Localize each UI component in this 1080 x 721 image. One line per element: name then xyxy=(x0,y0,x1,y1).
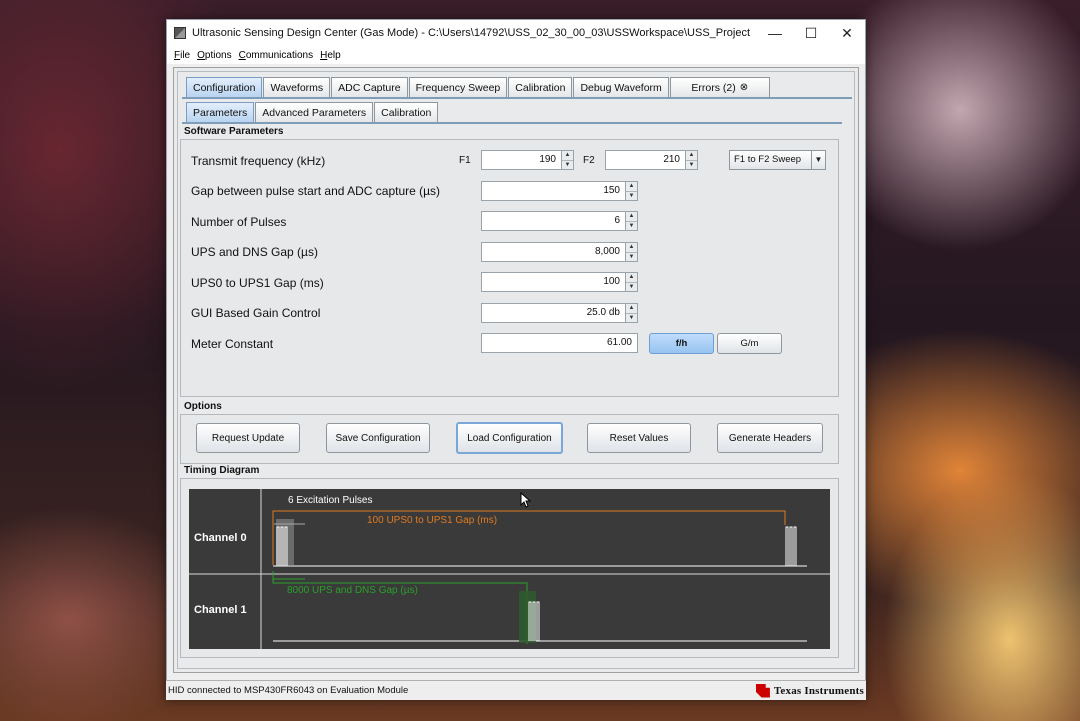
spinner-up-icon[interactable]: ▲ xyxy=(626,212,637,222)
subtab-advanced-parameters[interactable]: Advanced Parameters xyxy=(255,102,374,122)
tab-debug-waveform[interactable]: Debug Waveform xyxy=(573,77,669,97)
tab-calibration[interactable]: Calibration xyxy=(508,77,573,97)
spinner-up-icon[interactable]: ▲ xyxy=(626,243,637,253)
ti-logo-icon xyxy=(755,683,770,698)
ups-gap-bracket xyxy=(272,510,786,565)
tab-configuration[interactable]: Configuration xyxy=(186,77,263,97)
ups0-ups1-gap-label: UPS0 to UPS1 Gap (ms) xyxy=(191,276,324,290)
menu-options[interactable]: Options xyxy=(197,50,231,61)
spinner-up-icon[interactable]: ▲ xyxy=(686,151,697,161)
timing-diagram-svg: Channel 0 Channel 1 6 Excitation Pulses … xyxy=(189,489,830,649)
sub-tab-underline xyxy=(182,122,842,124)
sub-tab-bar: Parameters Advanced Parameters Calibrati… xyxy=(186,102,439,122)
num-pulses-label: Number of Pulses xyxy=(191,215,287,229)
f2-value[interactable]: 210 xyxy=(606,151,685,169)
f2-spinner[interactable]: 210 ▲ ▼ xyxy=(605,150,698,170)
minimize-icon[interactable]: — xyxy=(757,20,793,46)
gain-control-spinner[interactable]: 25.0 db ▲ ▼ xyxy=(481,303,638,323)
tab-frequency-sweep[interactable]: Frequency Sweep xyxy=(408,77,508,97)
gap-pulse-adc-label: Gap between pulse start and ADC capture … xyxy=(191,184,441,198)
tab-close-icon[interactable]: ⊗ xyxy=(740,82,748,93)
channel-1-label: Channel 1 xyxy=(194,604,247,616)
f1-label: F1 xyxy=(459,155,471,166)
num-pulses-spinner[interactable]: 6 ▲ ▼ xyxy=(481,211,638,231)
options-heading: Options xyxy=(184,401,222,412)
f1-spinner[interactable]: 190 ▲ ▼ xyxy=(481,150,574,170)
close-icon[interactable]: ✕ xyxy=(829,20,865,46)
gap-pulse-adc-value[interactable]: 150 xyxy=(482,182,625,200)
menu-file[interactable]: File xyxy=(174,50,190,61)
gain-control-value[interactable]: 25.0 db xyxy=(482,304,625,322)
spinner-up-icon[interactable]: ▲ xyxy=(626,273,637,283)
main-tab-underline xyxy=(182,97,852,99)
title-bar[interactable]: Ultrasonic Sensing Design Center (Gas Mo… xyxy=(167,20,865,46)
sweep-mode-value: F1 to F2 Sweep xyxy=(734,154,802,165)
meter-constant-field[interactable]: 61.00 xyxy=(481,333,638,353)
unit-fh-toggle[interactable]: f/h xyxy=(649,333,714,354)
sweep-mode-select[interactable]: F1 to F2 Sweep ▼ xyxy=(729,150,826,170)
ti-logo-text: Texas Instruments xyxy=(773,684,864,697)
chevron-down-icon[interactable]: ▼ xyxy=(811,151,825,169)
gain-control-label: GUI Based Gain Control xyxy=(191,306,321,320)
status-bar: HID connected to MSP430FR6043 on Evaluat… xyxy=(166,680,866,700)
save-configuration-button[interactable]: Save Configuration xyxy=(326,423,430,453)
spinner-down-icon[interactable]: ▼ xyxy=(562,161,573,170)
menu-help[interactable]: Help xyxy=(320,50,341,61)
ups-dns-gap-value[interactable]: 8,000 xyxy=(482,243,625,261)
menu-bar: File Options Communications Help xyxy=(167,46,865,64)
spinner-down-icon[interactable]: ▼ xyxy=(626,283,637,292)
gap-pulse-adc-spinner[interactable]: 150 ▲ ▼ xyxy=(481,181,638,201)
spinner-down-icon[interactable]: ▼ xyxy=(626,222,637,231)
load-configuration-button[interactable]: Load Configuration xyxy=(456,422,563,454)
meter-constant-label: Meter Constant xyxy=(191,337,274,351)
menu-communications[interactable]: Communications xyxy=(239,50,314,61)
spinner-down-icon[interactable]: ▼ xyxy=(626,314,637,323)
tab-errors[interactable]: Errors (2) ⊗ xyxy=(669,77,770,97)
spinner-down-icon[interactable]: ▼ xyxy=(626,192,637,201)
timing-diagram: Channel 0 Channel 1 6 Excitation Pulses … xyxy=(189,489,830,649)
spinner-down-icon[interactable]: ▼ xyxy=(626,253,637,262)
main-tab-bar: Configuration Waveforms ADC Capture Freq… xyxy=(186,77,771,97)
request-update-button[interactable]: Request Update xyxy=(196,423,300,453)
num-pulses-value[interactable]: 6 xyxy=(482,212,625,230)
subtab-calibration[interactable]: Calibration xyxy=(374,102,439,122)
ups0-ups1-gap-value[interactable]: 100 xyxy=(482,273,625,291)
unit-gm-toggle[interactable]: G/m xyxy=(717,333,782,354)
ups-gap-label: 100 UPS0 to UPS1 Gap (ms) xyxy=(367,515,497,526)
channel-0-label: Channel 0 xyxy=(194,532,247,544)
window-title: Ultrasonic Sensing Design Center (Gas Mo… xyxy=(192,27,751,39)
f1-value[interactable]: 190 xyxy=(482,151,561,169)
f2-label: F2 xyxy=(583,155,595,166)
channel-0-pulses-end xyxy=(785,526,797,566)
tab-waveforms[interactable]: Waveforms xyxy=(263,77,331,97)
dns-gap-bracket xyxy=(272,571,528,644)
status-text: HID connected to MSP430FR6043 on Evaluat… xyxy=(168,685,409,696)
subtab-parameters[interactable]: Parameters xyxy=(186,102,255,122)
spinner-up-icon[interactable]: ▲ xyxy=(626,182,637,192)
software-parameters-group xyxy=(180,139,839,397)
spinner-up-icon[interactable]: ▲ xyxy=(626,304,637,314)
dns-gap-label: 8000 UPS and DNS Gap (µs) xyxy=(287,585,418,596)
ups0-ups1-gap-spinner[interactable]: 100 ▲ ▼ xyxy=(481,272,638,292)
spinner-down-icon[interactable]: ▼ xyxy=(686,161,697,170)
maximize-icon[interactable]: ☐ xyxy=(793,20,829,46)
ti-logo: Texas Instruments xyxy=(755,683,864,698)
ups-dns-gap-label: UPS and DNS Gap (µs) xyxy=(191,245,318,259)
transmit-frequency-label: Transmit frequency (kHz) xyxy=(191,154,326,168)
software-parameters-heading: Software Parameters xyxy=(184,126,284,137)
ups-dns-gap-spinner[interactable]: 8,000 ▲ ▼ xyxy=(481,242,638,262)
reset-values-button[interactable]: Reset Values xyxy=(587,423,691,453)
spinner-up-icon[interactable]: ▲ xyxy=(562,151,573,161)
mouse-cursor-icon xyxy=(520,492,532,508)
tab-adc-capture[interactable]: ADC Capture xyxy=(331,77,408,97)
timing-diagram-heading: Timing Diagram xyxy=(184,465,260,476)
generate-headers-button[interactable]: Generate Headers xyxy=(717,423,823,453)
app-icon xyxy=(174,27,186,39)
errors-tab-label: Errors (2) xyxy=(691,81,736,94)
excitation-pulses-label: 6 Excitation Pulses xyxy=(288,495,373,506)
